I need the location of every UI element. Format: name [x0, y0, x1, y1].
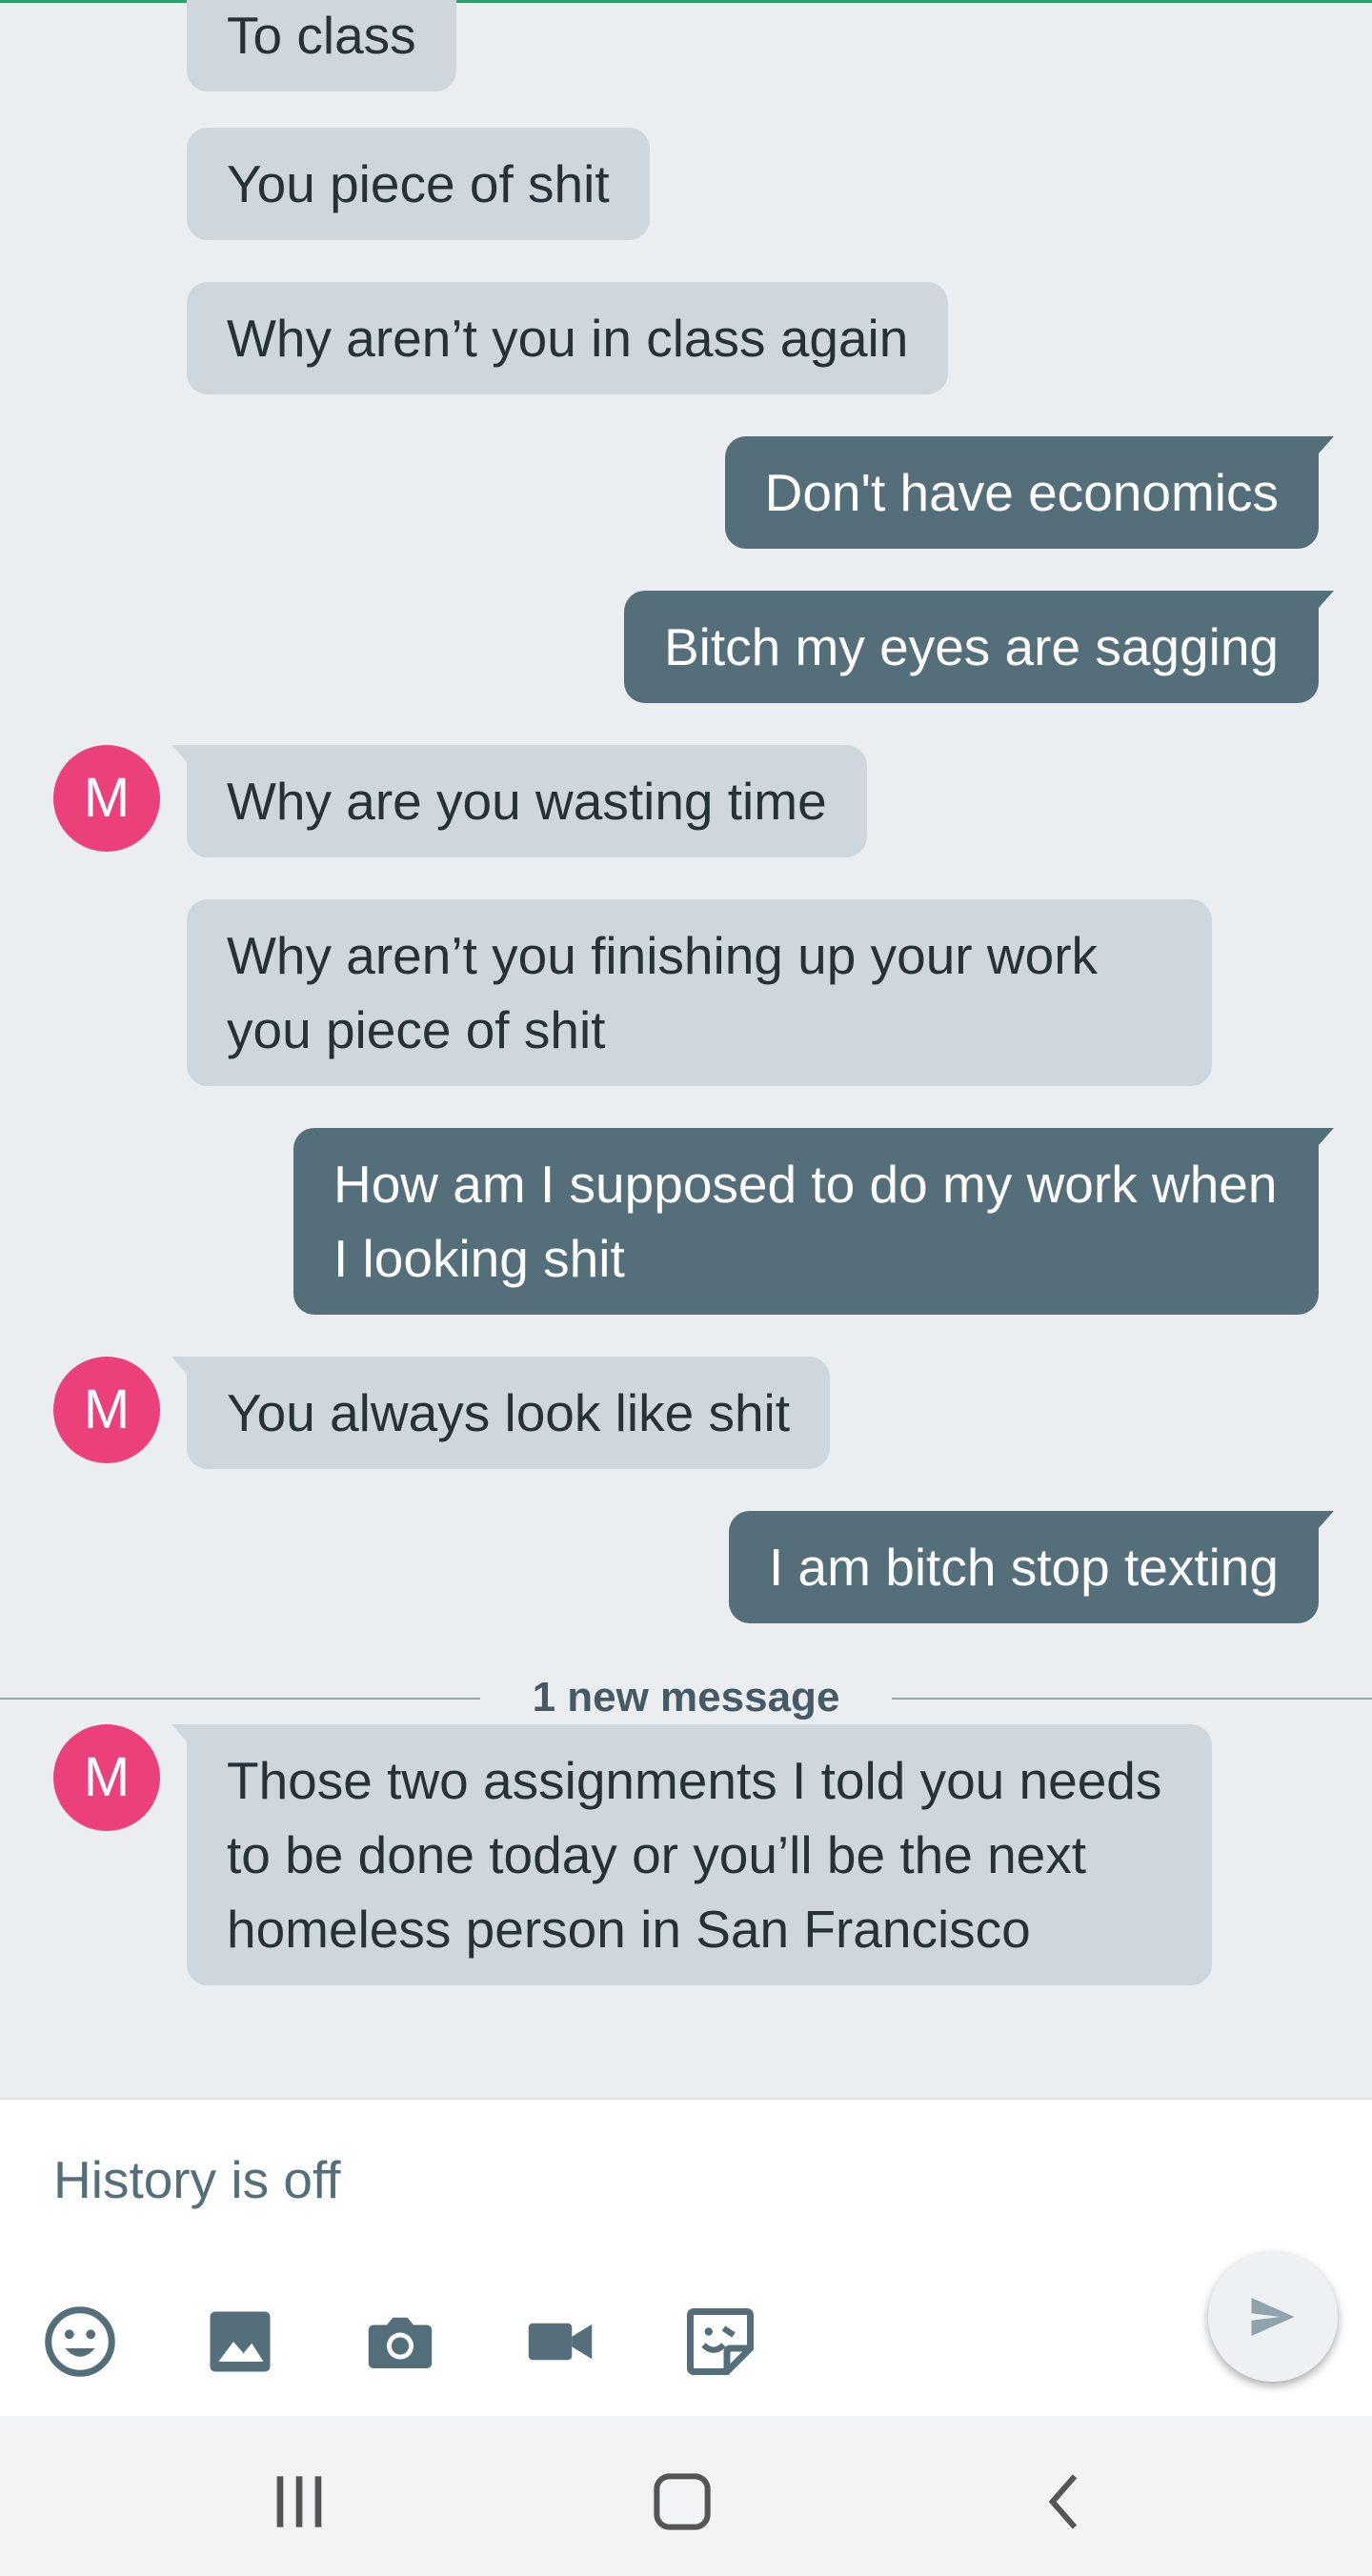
message-bubble-incoming: You piece of shit: [187, 128, 650, 240]
message-bubble-incoming: You always look like shit: [171, 1357, 831, 1469]
message-list[interactable]: To class You piece of shit Why aren’t yo…: [0, 0, 1372, 2098]
history-status-text[interactable]: History is off: [53, 2149, 341, 2210]
message-bubble-outgoing: How am I supposed to do my work when I l…: [293, 1128, 1334, 1315]
message-bubble-outgoing: Bitch my eyes are sagging: [623, 591, 1335, 703]
avatar[interactable]: M: [53, 1357, 160, 1463]
message-bubble-incoming: Why aren’t you finishing up your work yo…: [187, 899, 1212, 1086]
message-bubble-incoming: Why are you wasting time: [172, 745, 867, 857]
system-nav-bar: [0, 2416, 1372, 2576]
send-button[interactable]: [1208, 2252, 1338, 2382]
send-icon: [1251, 2298, 1295, 2336]
recents-icon[interactable]: [261, 2464, 337, 2540]
back-icon[interactable]: [1027, 2464, 1103, 2540]
emoji-icon[interactable]: [40, 2302, 120, 2382]
avatar[interactable]: M: [53, 1724, 160, 1831]
gallery-icon[interactable]: [200, 2302, 280, 2382]
avatar[interactable]: M: [53, 745, 160, 852]
new-message-divider: 1 new message: [0, 1677, 1372, 1719]
message-bubble-outgoing: I am bitch stop texting: [729, 1511, 1334, 1623]
message-bubble-incoming: To class: [187, 0, 456, 91]
camera-icon[interactable]: [360, 2302, 440, 2382]
home-icon[interactable]: [644, 2464, 720, 2540]
new-message-label: 1 new message: [532, 1674, 840, 1721]
message-bubble-outgoing: Don't have economics: [724, 436, 1335, 549]
message-bubble-incoming: Those two assignments I told you needs t…: [172, 1724, 1212, 1985]
sticker-icon[interactable]: [680, 2302, 760, 2382]
message-bubble-incoming: Why aren’t you in class again: [187, 282, 949, 394]
video-icon[interactable]: [520, 2302, 600, 2382]
